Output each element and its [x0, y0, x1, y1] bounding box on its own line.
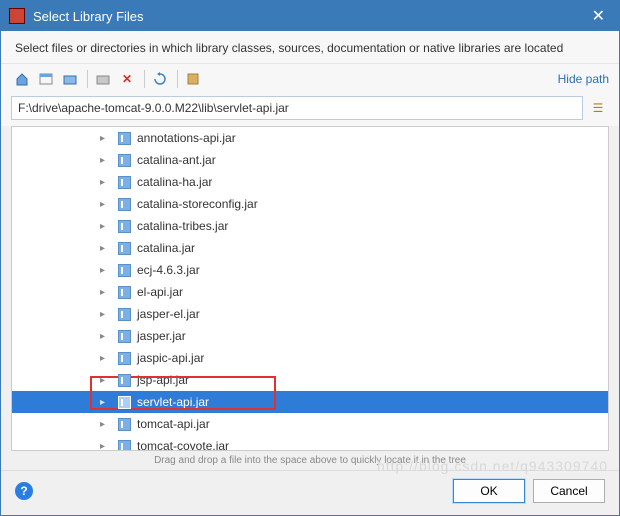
path-row: ☰ — [1, 94, 619, 126]
tree-item[interactable]: ▸ catalina-storeconfig.jar — [12, 193, 608, 215]
tree-item-label: el-api.jar — [137, 285, 183, 299]
tree-item[interactable]: ▸ el-api.jar — [12, 281, 608, 303]
tree-item[interactable]: ▸ catalina-ant.jar — [12, 149, 608, 171]
home-icon[interactable] — [11, 68, 33, 90]
dialog: Select Library Files ✕ Select files or d… — [0, 0, 620, 516]
jar-file-icon — [118, 154, 131, 167]
jar-file-icon — [118, 440, 131, 452]
module-icon[interactable] — [59, 68, 81, 90]
tree-item[interactable]: ▸ jsp-api.jar — [12, 369, 608, 391]
jar-file-icon — [118, 396, 131, 409]
drag-hint: Drag and drop a file into the space abov… — [1, 453, 619, 470]
file-tree[interactable]: ▸ annotations-api.jar ▸ catalina-ant.jar ▸ ca… — [11, 126, 609, 451]
tree-item[interactable]: ▸ tomcat-coyote.jar — [12, 435, 608, 451]
tree-item-label: catalina-storeconfig.jar — [137, 197, 258, 211]
tree-item[interactable]: ▸ ecj-4.6.3.jar — [12, 259, 608, 281]
hide-path-link[interactable]: Hide path — [558, 72, 609, 86]
tree-item[interactable]: ▸ catalina.jar — [12, 237, 608, 259]
jar-file-icon — [118, 418, 131, 431]
app-icon — [9, 8, 25, 24]
jar-file-icon — [118, 198, 131, 211]
tree-item[interactable]: ▸ jasper.jar — [12, 325, 608, 347]
tree-item[interactable]: ▸ tomcat-api.jar — [12, 413, 608, 435]
jar-file-icon — [118, 374, 131, 387]
refresh-icon[interactable] — [149, 68, 171, 90]
cancel-button[interactable]: Cancel — [533, 479, 605, 503]
jar-file-icon — [118, 242, 131, 255]
chevron-right-icon[interactable]: ▸ — [100, 353, 112, 364]
tree-item[interactable]: ▸ jasper-el.jar — [12, 303, 608, 325]
chevron-right-icon[interactable]: ▸ — [100, 199, 112, 210]
tree-item-label: catalina-tribes.jar — [137, 219, 228, 233]
history-icon[interactable]: ☰ — [587, 97, 609, 119]
chevron-right-icon[interactable]: ▸ — [100, 155, 112, 166]
jar-file-icon — [118, 352, 131, 365]
project-icon[interactable] — [35, 68, 57, 90]
tree-item[interactable]: ▸ annotations-api.jar — [12, 127, 608, 149]
description-text: Select files or directories in which lib… — [1, 31, 619, 64]
jar-file-icon — [118, 176, 131, 189]
showhidden-icon[interactable] — [182, 68, 204, 90]
tree-item-label: annotations-api.jar — [137, 131, 236, 145]
toolbar: ✕ Hide path — [1, 64, 619, 94]
path-input[interactable] — [11, 96, 583, 120]
chevron-right-icon[interactable]: ▸ — [100, 309, 112, 320]
tree-item-label: jasper-el.jar — [137, 307, 200, 321]
tree-item[interactable]: ▸ catalina-tribes.jar — [12, 215, 608, 237]
tree-item-label: jaspic-api.jar — [137, 351, 204, 365]
tree-item[interactable]: ▸ jaspic-api.jar — [12, 347, 608, 369]
window-title: Select Library Files — [33, 9, 144, 24]
tree-item-label: ecj-4.6.3.jar — [137, 263, 200, 277]
tree-item-label: tomcat-api.jar — [137, 417, 210, 431]
tree-item-label: catalina-ant.jar — [137, 153, 216, 167]
close-icon[interactable]: ✕ — [586, 6, 611, 26]
footer: ? OK Cancel — [1, 470, 619, 515]
chevron-right-icon[interactable]: ▸ — [100, 441, 112, 452]
tree-item-label: jsp-api.jar — [137, 373, 189, 387]
chevron-right-icon[interactable]: ▸ — [100, 287, 112, 298]
jar-file-icon — [118, 220, 131, 233]
newfolder-icon[interactable] — [92, 68, 114, 90]
help-icon[interactable]: ? — [15, 482, 33, 500]
chevron-right-icon[interactable]: ▸ — [100, 265, 112, 276]
chevron-right-icon[interactable]: ▸ — [100, 419, 112, 430]
jar-file-icon — [118, 330, 131, 343]
tree-item[interactable]: ▸ catalina-ha.jar — [12, 171, 608, 193]
ok-button[interactable]: OK — [453, 479, 525, 503]
tree-item-label: catalina.jar — [137, 241, 195, 255]
tree-item-label: jasper.jar — [137, 329, 186, 343]
chevron-right-icon[interactable]: ▸ — [100, 177, 112, 188]
tree-item[interactable]: ▸ servlet-api.jar — [12, 391, 608, 413]
chevron-right-icon[interactable]: ▸ — [100, 243, 112, 254]
chevron-right-icon[interactable]: ▸ — [100, 397, 112, 408]
tree-item-label: tomcat-coyote.jar — [137, 439, 229, 451]
chevron-right-icon[interactable]: ▸ — [100, 133, 112, 144]
chevron-right-icon[interactable]: ▸ — [100, 331, 112, 342]
tree-item-label: servlet-api.jar — [137, 395, 209, 409]
jar-file-icon — [118, 286, 131, 299]
chevron-right-icon[interactable]: ▸ — [100, 221, 112, 232]
jar-file-icon — [118, 308, 131, 321]
jar-file-icon — [118, 264, 131, 277]
chevron-right-icon[interactable]: ▸ — [100, 375, 112, 386]
titlebar: Select Library Files ✕ — [1, 1, 619, 31]
tree-item-label: catalina-ha.jar — [137, 175, 212, 189]
jar-file-icon — [118, 132, 131, 145]
delete-icon[interactable]: ✕ — [116, 68, 138, 90]
